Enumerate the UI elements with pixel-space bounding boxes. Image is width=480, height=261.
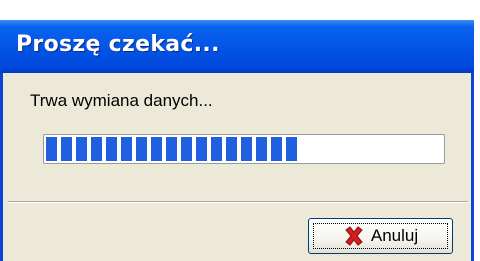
red-x-icon bbox=[345, 226, 363, 246]
cancel-button[interactable]: Anuluj bbox=[308, 218, 453, 254]
separator bbox=[8, 201, 468, 203]
cancel-button-label: Anuluj bbox=[370, 226, 419, 245]
status-message: Trwa wymiana danych... bbox=[30, 91, 213, 110]
progress-fill bbox=[46, 137, 297, 161]
progress-bar bbox=[43, 134, 445, 164]
window-title: Proszę czekać... bbox=[16, 32, 220, 57]
title-bar[interactable]: Proszę czekać... bbox=[0, 20, 474, 73]
dialog-window: Proszę czekać... Trwa wymiana danych... … bbox=[0, 20, 474, 261]
